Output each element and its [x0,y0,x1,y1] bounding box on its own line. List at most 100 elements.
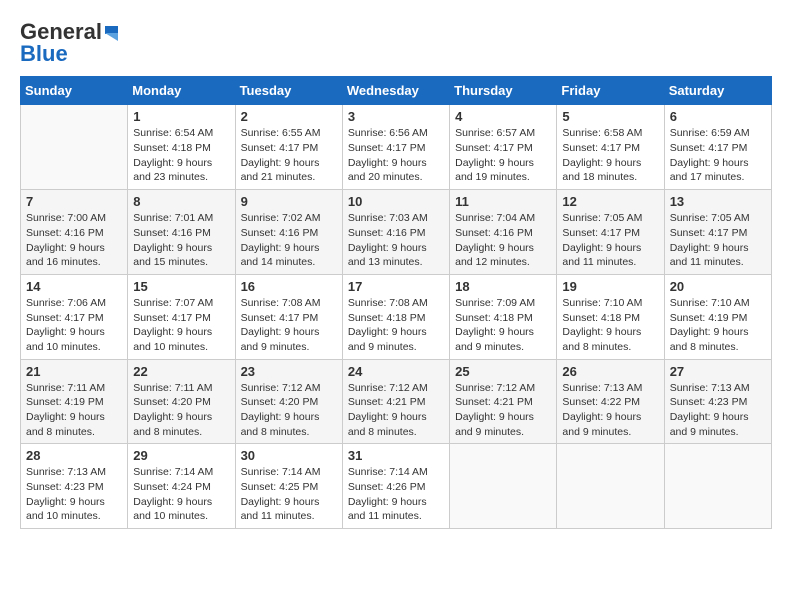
day-number: 16 [241,279,337,294]
calendar-cell: 14 Sunrise: 7:06 AM Sunset: 4:17 PM Dayli… [21,274,128,359]
calendar-cell: 25 Sunrise: 7:12 AM Sunset: 4:21 PM Dayli… [450,359,557,444]
calendar-cell: 31 Sunrise: 7:14 AM Sunset: 4:26 PM Dayli… [342,444,449,529]
calendar-cell [450,444,557,529]
day-info: Sunrise: 6:59 AM Sunset: 4:17 PM Dayligh… [670,126,766,185]
calendar-cell [664,444,771,529]
day-info: Sunrise: 7:10 AM Sunset: 4:19 PM Dayligh… [670,296,766,355]
day-number: 1 [133,109,229,124]
logo-blue-text: Blue [20,42,68,66]
calendar-cell: 21 Sunrise: 7:11 AM Sunset: 4:19 PM Dayli… [21,359,128,444]
calendar-cell: 27Sunrise: 7:13 AM Sunset: 4:23 PM Dayli… [664,359,771,444]
day-number: 8 [133,194,229,209]
day-info: Sunrise: 7:13 AM Sunset: 4:23 PM Dayligh… [26,465,122,524]
calendar-cell: 11 Sunrise: 7:04 AM Sunset: 4:16 PM Dayli… [450,190,557,275]
day-number: 22 [133,364,229,379]
day-number: 11 [455,194,551,209]
calendar-header-friday: Friday [557,77,664,105]
day-number: 29 [133,448,229,463]
day-info: Sunrise: 7:12 AM Sunset: 4:20 PM Dayligh… [241,381,337,440]
day-info: Sunrise: 7:08 AM Sunset: 4:18 PM Dayligh… [348,296,444,355]
calendar-week-row: 1 Sunrise: 6:54 AM Sunset: 4:18 PM Daylig… [21,105,772,190]
day-number: 25 [455,364,551,379]
calendar-week-row: 28 Sunrise: 7:13 AM Sunset: 4:23 PM Dayli… [21,444,772,529]
calendar-cell: 10 Sunrise: 7:03 AM Sunset: 4:16 PM Dayli… [342,190,449,275]
calendar-week-row: 14 Sunrise: 7:06 AM Sunset: 4:17 PM Dayli… [21,274,772,359]
day-info: Sunrise: 7:01 AM Sunset: 4:16 PM Dayligh… [133,211,229,270]
calendar-header-wednesday: Wednesday [342,77,449,105]
day-number: 6 [670,109,766,124]
day-number: 7 [26,194,122,209]
calendar-header-thursday: Thursday [450,77,557,105]
calendar-cell: 8 Sunrise: 7:01 AM Sunset: 4:16 PM Daylig… [128,190,235,275]
calendar-cell: 22Sunrise: 7:11 AM Sunset: 4:20 PM Dayli… [128,359,235,444]
calendar-cell: 1 Sunrise: 6:54 AM Sunset: 4:18 PM Daylig… [128,105,235,190]
calendar-cell: 20 Sunrise: 7:10 AM Sunset: 4:19 PM Dayli… [664,274,771,359]
day-number: 5 [562,109,658,124]
day-number: 28 [26,448,122,463]
calendar-table: SundayMondayTuesdayWednesdayThursdayFrid… [20,76,772,529]
day-number: 2 [241,109,337,124]
calendar-cell: 30Sunrise: 7:14 AM Sunset: 4:25 PM Dayli… [235,444,342,529]
day-info: Sunrise: 7:05 AM Sunset: 4:17 PM Dayligh… [562,211,658,270]
day-info: Sunrise: 7:10 AM Sunset: 4:18 PM Dayligh… [562,296,658,355]
calendar-week-row: 21 Sunrise: 7:11 AM Sunset: 4:19 PM Dayli… [21,359,772,444]
day-info: Sunrise: 7:03 AM Sunset: 4:16 PM Dayligh… [348,211,444,270]
day-info: Sunrise: 7:11 AM Sunset: 4:19 PM Dayligh… [26,381,122,440]
day-number: 20 [670,279,766,294]
day-info: Sunrise: 7:14 AM Sunset: 4:26 PM Dayligh… [348,465,444,524]
day-info: Sunrise: 6:56 AM Sunset: 4:17 PM Dayligh… [348,126,444,185]
day-info: Sunrise: 6:54 AM Sunset: 4:18 PM Dayligh… [133,126,229,185]
day-number: 17 [348,279,444,294]
day-number: 14 [26,279,122,294]
day-info: Sunrise: 7:00 AM Sunset: 4:16 PM Dayligh… [26,211,122,270]
day-info: Sunrise: 6:57 AM Sunset: 4:17 PM Dayligh… [455,126,551,185]
calendar-cell: 7 Sunrise: 7:00 AM Sunset: 4:16 PM Daylig… [21,190,128,275]
day-number: 18 [455,279,551,294]
day-info: Sunrise: 7:13 AM Sunset: 4:22 PM Dayligh… [562,381,658,440]
day-number: 31 [348,448,444,463]
calendar-header-row: SundayMondayTuesdayWednesdayThursdayFrid… [21,77,772,105]
calendar-cell: 5 Sunrise: 6:58 AM Sunset: 4:17 PM Daylig… [557,105,664,190]
calendar-header-sunday: Sunday [21,77,128,105]
day-info: Sunrise: 7:12 AM Sunset: 4:21 PM Dayligh… [455,381,551,440]
day-number: 9 [241,194,337,209]
page-header: General Blue [20,20,772,66]
calendar-cell: 16 Sunrise: 7:08 AM Sunset: 4:17 PM Dayli… [235,274,342,359]
day-info: Sunrise: 7:06 AM Sunset: 4:17 PM Dayligh… [26,296,122,355]
day-info: Sunrise: 7:07 AM Sunset: 4:17 PM Dayligh… [133,296,229,355]
calendar-cell: 18Sunrise: 7:09 AM Sunset: 4:18 PM Dayli… [450,274,557,359]
calendar-cell: 9 Sunrise: 7:02 AM Sunset: 4:16 PM Daylig… [235,190,342,275]
day-number: 21 [26,364,122,379]
calendar-cell [557,444,664,529]
calendar-cell: 4Sunrise: 6:57 AM Sunset: 4:17 PM Daylig… [450,105,557,190]
day-info: Sunrise: 6:58 AM Sunset: 4:17 PM Dayligh… [562,126,658,185]
day-number: 12 [562,194,658,209]
calendar-header-saturday: Saturday [664,77,771,105]
calendar-cell: 19 Sunrise: 7:10 AM Sunset: 4:18 PM Dayli… [557,274,664,359]
day-info: Sunrise: 7:05 AM Sunset: 4:17 PM Dayligh… [670,211,766,270]
day-number: 10 [348,194,444,209]
calendar-header-monday: Monday [128,77,235,105]
calendar-header-tuesday: Tuesday [235,77,342,105]
day-info: Sunrise: 7:14 AM Sunset: 4:24 PM Dayligh… [133,465,229,524]
calendar-cell: 3 Sunrise: 6:56 AM Sunset: 4:17 PM Daylig… [342,105,449,190]
day-number: 15 [133,279,229,294]
day-info: Sunrise: 7:02 AM Sunset: 4:16 PM Dayligh… [241,211,337,270]
calendar-cell: 15 Sunrise: 7:07 AM Sunset: 4:17 PM Dayli… [128,274,235,359]
calendar-cell: 28 Sunrise: 7:13 AM Sunset: 4:23 PM Dayli… [21,444,128,529]
day-info: Sunrise: 7:04 AM Sunset: 4:16 PM Dayligh… [455,211,551,270]
calendar-cell: 17 Sunrise: 7:08 AM Sunset: 4:18 PM Dayli… [342,274,449,359]
calendar-cell: 23 Sunrise: 7:12 AM Sunset: 4:20 PM Dayli… [235,359,342,444]
day-number: 23 [241,364,337,379]
day-number: 24 [348,364,444,379]
calendar-cell: 6 Sunrise: 6:59 AM Sunset: 4:17 PM Daylig… [664,105,771,190]
day-number: 19 [562,279,658,294]
day-info: Sunrise: 7:08 AM Sunset: 4:17 PM Dayligh… [241,296,337,355]
calendar-cell: 24Sunrise: 7:12 AM Sunset: 4:21 PM Dayli… [342,359,449,444]
calendar-cell: 13 Sunrise: 7:05 AM Sunset: 4:17 PM Dayli… [664,190,771,275]
day-number: 26 [562,364,658,379]
day-number: 13 [670,194,766,209]
day-number: 3 [348,109,444,124]
calendar-week-row: 7 Sunrise: 7:00 AM Sunset: 4:16 PM Daylig… [21,190,772,275]
day-info: Sunrise: 6:55 AM Sunset: 4:17 PM Dayligh… [241,126,337,185]
